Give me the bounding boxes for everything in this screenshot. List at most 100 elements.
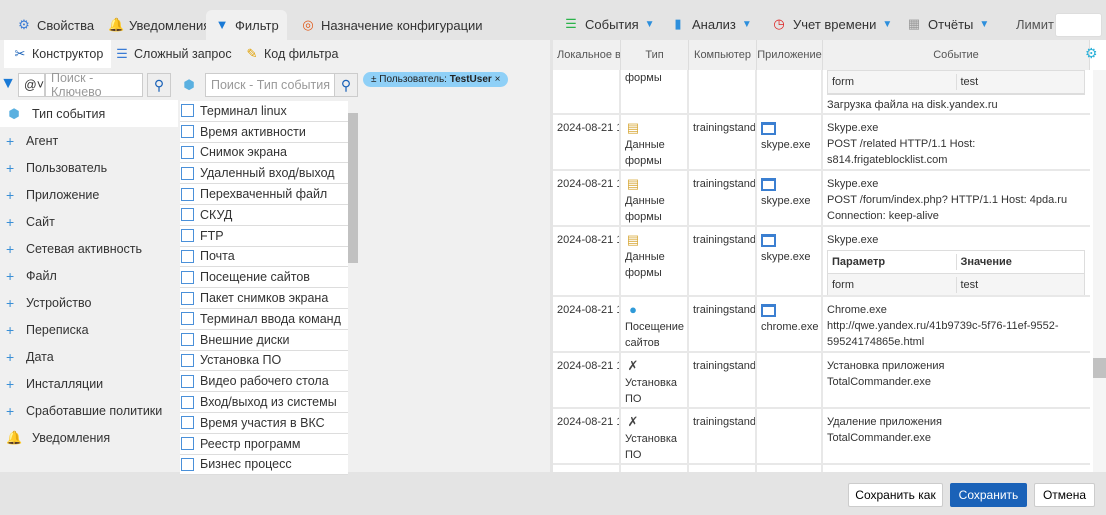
- tree-item[interactable]: + Переписка: [0, 316, 178, 343]
- column-header[interactable]: Компьютер: [689, 40, 757, 70]
- tree-item[interactable]: + Пользователь: [0, 154, 178, 181]
- event-type-item[interactable]: Установка ПО: [180, 350, 348, 372]
- tab-3[interactable]: ◎ Назначение конфигурации: [292, 10, 491, 40]
- expand-icon[interactable]: +: [6, 187, 16, 203]
- table-row[interactable]: 2024-08-21 11 ✗ Установка ПО trainingstand У…: [553, 353, 1090, 409]
- checkbox[interactable]: [181, 187, 194, 201]
- keyword-search-input[interactable]: Поиск - Ключево: [45, 71, 143, 99]
- expand-icon[interactable]: +: [6, 295, 16, 311]
- subtab-0[interactable]: ✂ Конструктор: [4, 40, 112, 68]
- table-row[interactable]: 2024-08-21 11 ✗ Установка ПО trainingstand У…: [553, 409, 1090, 465]
- table-scrollbar[interactable]: [1093, 70, 1106, 472]
- event-type-search-input[interactable]: Поиск - Тип события: [205, 73, 335, 97]
- checkbox[interactable]: [181, 270, 194, 284]
- event-type-item[interactable]: Вход/выход из системы: [180, 392, 348, 413]
- expand-icon[interactable]: +: [6, 268, 16, 284]
- event-type-item[interactable]: Снимок экрана: [180, 142, 348, 164]
- table-row[interactable]: 2024-08-21 11 ▤ Данные формы trainingstand s…: [553, 171, 1090, 227]
- tree-item[interactable]: + Сайт: [0, 208, 178, 235]
- expand-icon[interactable]: +: [6, 160, 16, 176]
- event-type-item[interactable]: Реестр программ: [180, 433, 348, 455]
- checkbox[interactable]: [181, 374, 194, 388]
- checkbox[interactable]: [181, 437, 194, 451]
- tree-item[interactable]: ⬢ Тип события: [0, 100, 178, 127]
- param-name: form: [832, 76, 854, 88]
- event-type-item[interactable]: СКУД: [180, 204, 348, 226]
- column-header[interactable]: Локальное время: [553, 40, 621, 70]
- save-button[interactable]: Сохранить: [950, 483, 1027, 507]
- expand-icon[interactable]: +: [6, 376, 16, 392]
- event-type-item[interactable]: Терминал ввода команд: [180, 308, 348, 330]
- events-menu[interactable]: ☰ События ▼: [563, 12, 654, 36]
- checkbox[interactable]: [181, 416, 194, 430]
- tree-item[interactable]: + Файл: [0, 262, 178, 289]
- event-type-item[interactable]: Терминал linux: [180, 101, 348, 122]
- event-type-item[interactable]: Посещение сайтов: [180, 267, 348, 289]
- checkbox[interactable]: [181, 208, 194, 222]
- expand-icon[interactable]: +: [6, 403, 16, 419]
- tree-item[interactable]: + Сетевая активность: [0, 235, 178, 262]
- table-row[interactable]: [553, 465, 1090, 472]
- limit-input[interactable]: [1055, 13, 1102, 37]
- event-type-item[interactable]: Пакет снимков экрана: [180, 288, 348, 309]
- tree-item[interactable]: + Устройство: [0, 289, 178, 316]
- event-type-item[interactable]: Перехваченный файл: [180, 184, 348, 205]
- tree-item[interactable]: + Агент: [0, 127, 178, 154]
- event-type-item[interactable]: Бизнес процесс: [180, 454, 348, 476]
- event-type-item[interactable]: Время активности: [180, 121, 348, 143]
- expand-icon[interactable]: +: [6, 214, 16, 230]
- checkbox[interactable]: [181, 312, 194, 326]
- tree-item[interactable]: + Инсталляции: [0, 370, 178, 397]
- tree-item[interactable]: + Дата: [0, 343, 178, 370]
- column-header[interactable]: Тип: [621, 40, 689, 70]
- search-button[interactable]: ⚲: [147, 73, 171, 97]
- expand-icon[interactable]: +: [6, 349, 16, 365]
- cancel-button[interactable]: Отмена: [1034, 483, 1095, 507]
- reports-menu[interactable]: ▦ Отчёты ▼: [906, 12, 989, 36]
- checkbox[interactable]: [181, 249, 194, 263]
- tab-0[interactable]: ⚙ Свойства: [8, 10, 102, 40]
- table-row[interactable]: 2024-08-21 11 ▤ Данные формы trainingstand s…: [553, 227, 1090, 297]
- tree-item[interactable]: + Сработавшие политики: [0, 397, 178, 424]
- expand-icon[interactable]: +: [6, 322, 16, 338]
- time-menu[interactable]: ◷ Учет времени ▼: [771, 12, 892, 36]
- event-type-item[interactable]: Удаленный вход/выход: [180, 163, 348, 185]
- table-row[interactable]: 2024-08-21 11 ● Посещение сайтов trainingst…: [553, 297, 1090, 353]
- column-settings-icon[interactable]: ⚙: [1085, 45, 1098, 62]
- checkbox[interactable]: [181, 104, 194, 118]
- tab-2[interactable]: ▼ Фильтр: [206, 10, 287, 40]
- checkbox[interactable]: [181, 333, 194, 347]
- list-scrollbar[interactable]: [348, 101, 358, 472]
- event-type-item[interactable]: Видео рабочего стола: [180, 371, 348, 393]
- analysis-menu[interactable]: ▮ Анализ ▼: [670, 12, 751, 36]
- event-type-item[interactable]: FTP: [180, 225, 348, 247]
- table-row[interactable]: формы form test Загрузка файла на disk.yand…: [553, 70, 1090, 115]
- checkbox[interactable]: [181, 291, 194, 305]
- checkbox[interactable]: [181, 395, 194, 409]
- checkbox[interactable]: [181, 229, 194, 243]
- checkbox[interactable]: [181, 353, 194, 367]
- checkbox[interactable]: [181, 166, 194, 180]
- save-as-button[interactable]: Сохранить как: [848, 483, 943, 507]
- column-header[interactable]: Приложение: [757, 40, 823, 70]
- table-row[interactable]: 2024-08-21 11 ▤ Данные формы trainingstand s…: [553, 115, 1090, 171]
- column-header[interactable]: Событие: [823, 40, 1090, 70]
- tree-item[interactable]: 🔔 Уведомления: [0, 424, 178, 451]
- event-type-item[interactable]: Внешние диски: [180, 329, 348, 351]
- chip-close-icon[interactable]: ×: [495, 74, 501, 85]
- expand-icon[interactable]: +: [6, 133, 16, 149]
- expand-icon[interactable]: +: [6, 241, 16, 257]
- user-filter-chip[interactable]: ± Пользователь: TestUser ×: [363, 72, 509, 87]
- chip-label: ± Пользователь:: [371, 74, 450, 85]
- subtab-1[interactable]: ☰ Сложный запрос: [106, 40, 240, 68]
- tab-1[interactable]: 🔔 Уведомления: [100, 10, 218, 40]
- search-button[interactable]: ⚲: [334, 73, 358, 97]
- checkbox[interactable]: [181, 125, 194, 139]
- checkbox[interactable]: [181, 145, 194, 159]
- event-type-item[interactable]: Время участия в ВКС: [180, 412, 348, 434]
- checkbox[interactable]: [181, 457, 194, 471]
- tree-item[interactable]: + Приложение: [0, 181, 178, 208]
- subtab-2[interactable]: ✎ Код фильтра: [236, 40, 346, 68]
- event-type-item[interactable]: Почта: [180, 246, 348, 268]
- search-mode-select[interactable]: @ ˅: [18, 73, 45, 97]
